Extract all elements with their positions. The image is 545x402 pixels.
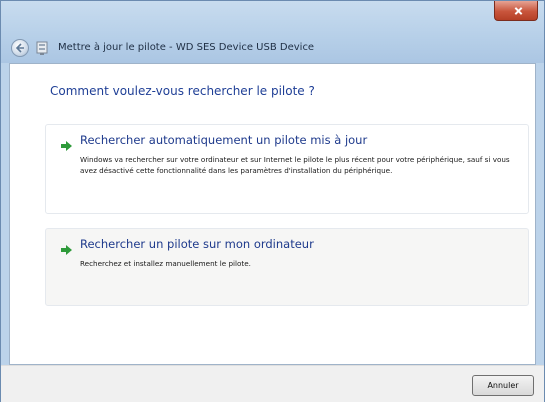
driver-update-window: Mettre à jour le pilote - WD SES Device … xyxy=(0,0,545,402)
option-search-automatically[interactable]: Rechercher automatiquement un pilote mis… xyxy=(45,124,529,214)
option-title: Rechercher un pilote sur mon ordinateur xyxy=(80,237,314,251)
wizard-content: Comment voulez-vous rechercher le pilote… xyxy=(9,63,536,365)
option-description: Recherchez et installez manuellement le … xyxy=(80,259,251,268)
title-bar: Mettre à jour le pilote - WD SES Device … xyxy=(1,1,544,63)
option-browse-computer[interactable]: Rechercher un pilote sur mon ordinateur … xyxy=(45,228,529,306)
option-title: Rechercher automatiquement un pilote mis… xyxy=(80,133,368,147)
close-button[interactable] xyxy=(494,1,538,21)
window-title: Mettre à jour le pilote - WD SES Device … xyxy=(58,42,315,53)
footer-bar: Annuler xyxy=(1,365,544,402)
option-description: Windows va rechercher sur votre ordinate… xyxy=(80,155,510,175)
hardware-wizard-icon xyxy=(34,40,50,56)
cancel-button[interactable]: Annuler xyxy=(472,375,534,396)
green-arrow-icon xyxy=(60,241,73,255)
back-button[interactable] xyxy=(11,39,29,57)
page-heading: Comment voulez-vous rechercher le pilote… xyxy=(50,84,315,98)
green-arrow-icon xyxy=(60,137,73,151)
